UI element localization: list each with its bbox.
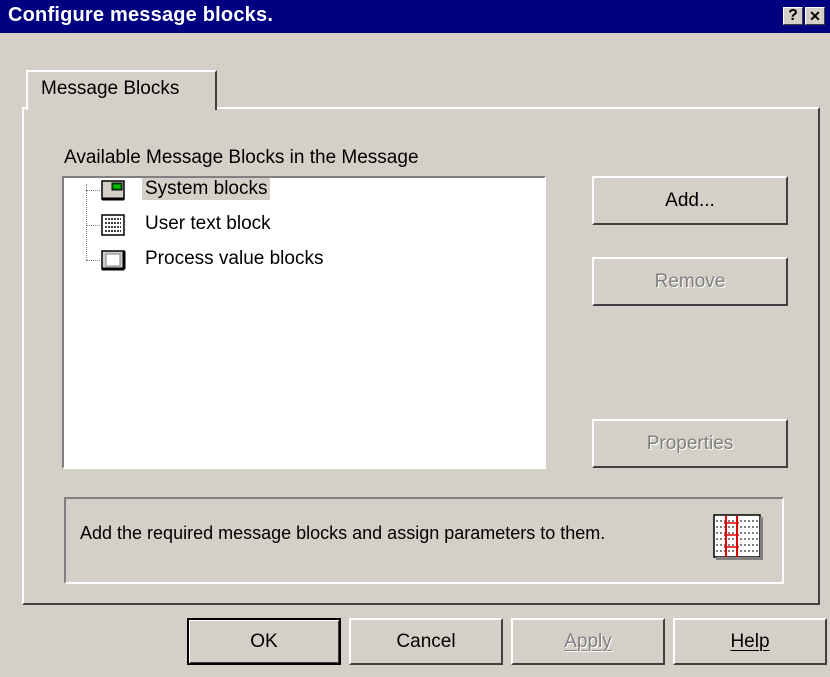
tab-message-blocks[interactable]: Message Blocks (26, 70, 217, 110)
tab-label: Message Blocks (41, 78, 180, 99)
tree-item-label: System blocks (142, 178, 271, 200)
help-button[interactable]: Help (673, 618, 827, 665)
add-button[interactable]: Add... (592, 176, 788, 225)
system-block-icon (101, 180, 125, 201)
remove-button[interactable]: Remove (592, 257, 788, 306)
info-text: Add the required message blocks and assi… (80, 523, 606, 543)
tree-item-label: User text block (145, 213, 271, 234)
ok-button[interactable]: OK (187, 618, 341, 665)
info-panel: Add the required message blocks and assi… (64, 497, 784, 584)
close-icon[interactable]: ✕ (805, 7, 825, 25)
process-value-block-icon (101, 250, 126, 271)
apply-button[interactable]: Apply (511, 618, 665, 665)
configure-message-blocks-dialog: Configure message blocks. ? ✕ Message Bl… (0, 0, 830, 677)
help-icon[interactable]: ? (783, 7, 803, 25)
window-title: Configure message blocks. (8, 4, 274, 26)
title-bar[interactable]: Configure message blocks. ? ✕ (0, 0, 830, 33)
user-text-block-icon (101, 214, 125, 236)
message-block-table-icon (713, 514, 763, 560)
properties-button[interactable]: Properties (592, 419, 788, 468)
tree-item-label: Process value blocks (145, 248, 324, 269)
help-button-label: Help (730, 631, 770, 652)
tree-connector (86, 184, 87, 260)
message-blocks-tree[interactable]: System blocks User text block Process va… (62, 176, 546, 469)
cancel-button[interactable]: Cancel (349, 618, 503, 665)
available-blocks-label: Available Message Blocks in the Message (64, 147, 419, 168)
